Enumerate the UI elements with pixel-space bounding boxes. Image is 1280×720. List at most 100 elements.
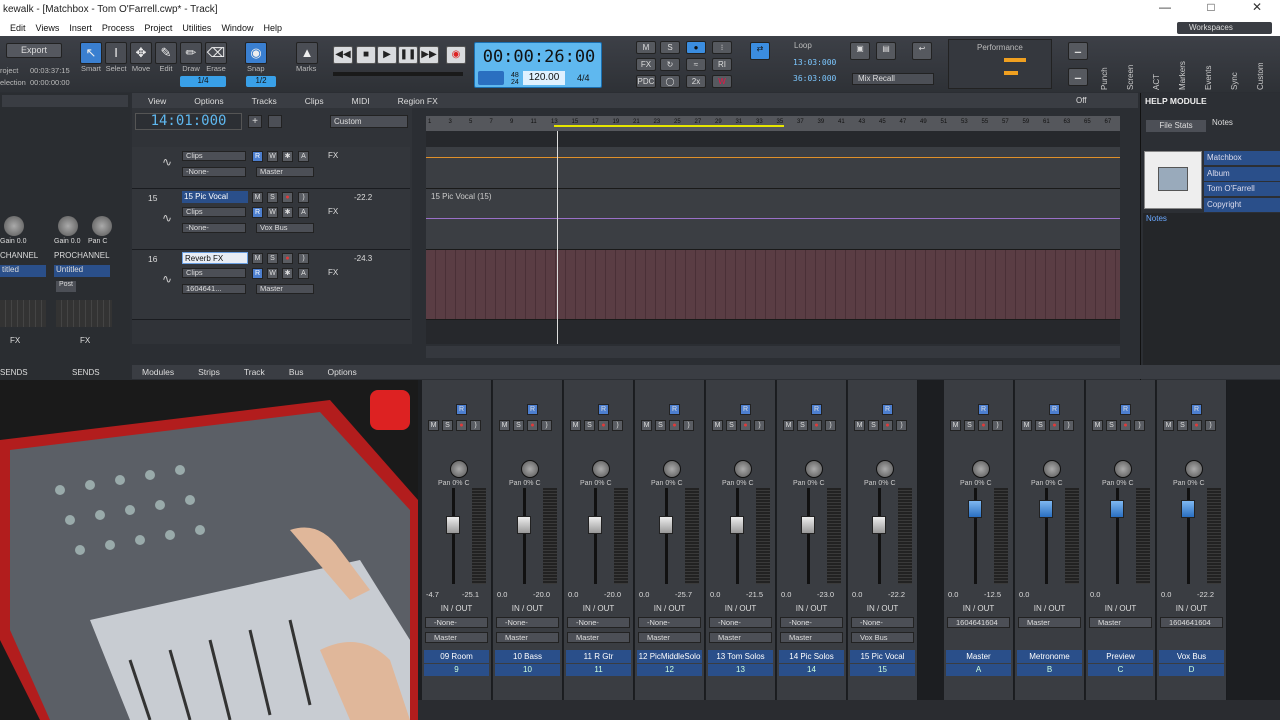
menu-insert[interactable]: Insert xyxy=(69,23,92,33)
loop-start[interactable]: 13:03:000 xyxy=(793,58,836,67)
notes-tab[interactable]: Notes xyxy=(1212,118,1233,127)
panel-icon-2[interactable]: ▁ xyxy=(1068,68,1088,86)
menu-utilities[interactable]: Utilities xyxy=(182,23,211,33)
strip-arm-button[interactable]: ● xyxy=(1120,420,1131,431)
pause-button[interactable]: ❚❚ xyxy=(398,46,418,64)
input-dropdown[interactable]: 1604641... xyxy=(182,284,246,294)
strip-read-button[interactable]: R xyxy=(669,404,680,415)
freeze-button[interactable]: ✱ xyxy=(282,268,293,279)
mute-button[interactable]: M xyxy=(252,253,263,264)
tab-markers[interactable]: Markers xyxy=(1178,38,1198,90)
fader-cap[interactable] xyxy=(588,516,602,534)
eq-display-2[interactable] xyxy=(56,300,112,327)
output-dropdown[interactable]: Vox Bus xyxy=(256,223,314,233)
loop-toggle-icon[interactable]: ⇄ xyxy=(750,42,770,60)
strip-arm-button[interactable]: ● xyxy=(1049,420,1060,431)
strip-arm-button[interactable]: ● xyxy=(527,420,538,431)
fader-cap[interactable] xyxy=(517,516,531,534)
smart-tool-button[interactable]: ↖ xyxy=(80,42,102,64)
dim-button[interactable]: ◯ xyxy=(660,75,680,88)
track-header[interactable]: 15 15 Pic Vocal M S ● ) -22.2 Clips R W ✱ A… xyxy=(132,189,410,250)
strip-solo-button[interactable]: S xyxy=(584,420,595,431)
write-button[interactable]: W xyxy=(267,268,278,279)
track-options-icon[interactable] xyxy=(268,115,282,128)
menu-views[interactable]: Views xyxy=(36,23,60,33)
mute-all-button[interactable]: M xyxy=(636,41,656,54)
echo-button[interactable]: ) xyxy=(298,192,309,203)
strip-echo-button[interactable]: ) xyxy=(470,420,481,431)
tab-screen[interactable]: Screen xyxy=(1126,38,1146,90)
fader-cap[interactable] xyxy=(446,516,460,534)
help-field[interactable]: Tom O'Farrell xyxy=(1204,182,1280,196)
tab-punch[interactable]: Punch xyxy=(1100,38,1120,90)
track-now-time[interactable]: 14:01:000 xyxy=(135,113,242,130)
gain-knob-2[interactable] xyxy=(58,216,78,236)
strip-read-button[interactable]: R xyxy=(456,404,467,415)
mix-recall-dropdown[interactable]: Mix Recall xyxy=(852,73,934,85)
strip-echo-button[interactable]: ) xyxy=(612,420,623,431)
workspaces-dropdown[interactable]: Workspaces xyxy=(1177,22,1272,34)
write-button[interactable]: W xyxy=(267,151,278,162)
fx-bin-label[interactable]: FX xyxy=(328,151,338,160)
strip-name[interactable]: 11 R Gtr xyxy=(566,650,631,663)
strip-solo-button[interactable]: S xyxy=(868,420,879,431)
pan-knob[interactable] xyxy=(1185,460,1203,478)
arm-button[interactable]: ● xyxy=(282,253,293,264)
strip-name[interactable]: 10 Bass xyxy=(495,650,560,663)
strip-echo-button[interactable]: ) xyxy=(896,420,907,431)
loop-region[interactable] xyxy=(554,117,784,127)
read-button[interactable]: R xyxy=(252,151,263,162)
tab-sync[interactable]: Sync xyxy=(1230,38,1250,90)
erase-tool-button[interactable]: ⌫ xyxy=(205,42,227,64)
strip-name[interactable]: Vox Bus xyxy=(1159,650,1224,663)
album-art-image[interactable] xyxy=(1144,151,1202,209)
trackview-menu-region-fx[interactable]: Region FX xyxy=(398,96,438,106)
marks-button[interactable]: ▲ xyxy=(296,42,318,64)
horizontal-scrollbar[interactable] xyxy=(426,346,1120,358)
trackview-menu-view[interactable]: View xyxy=(148,96,166,106)
ri-button[interactable]: RI xyxy=(712,58,732,71)
strip-name[interactable]: 14 Pic Solos xyxy=(779,650,844,663)
help-field[interactable]: Matchbox xyxy=(1204,151,1280,165)
preset-1[interactable]: titled xyxy=(0,265,46,277)
tab-custom[interactable]: Custom xyxy=(1256,38,1276,90)
strip-arm-button[interactable]: ● xyxy=(740,420,751,431)
arm-button[interactable]: ● xyxy=(282,192,293,203)
output-dropdown[interactable]: Master xyxy=(256,167,314,177)
strip-mute-button[interactable]: M xyxy=(1092,420,1103,431)
meter[interactable]: 4/4 xyxy=(577,73,590,83)
preset-2[interactable]: Untitled xyxy=(54,265,110,277)
rewind-button[interactable]: ◀◀ xyxy=(333,46,353,64)
fast-forward-button[interactable]: ▶▶ xyxy=(419,46,439,64)
strip-arm-button[interactable]: ● xyxy=(811,420,822,431)
automation-button[interactable]: A xyxy=(298,268,309,279)
camera-icon[interactable]: ▣ xyxy=(850,42,870,60)
strip-arm-button[interactable]: ● xyxy=(456,420,467,431)
strip-echo-button[interactable]: ) xyxy=(825,420,836,431)
clips-dropdown[interactable]: Clips xyxy=(182,207,246,217)
strip-echo-button[interactable]: ) xyxy=(754,420,765,431)
strip-name[interactable]: 12 PicMiddleSolo xyxy=(637,650,702,663)
console-menu-bus[interactable]: Bus xyxy=(289,367,304,377)
menu-help[interactable]: Help xyxy=(263,23,282,33)
output-dropdown[interactable]: Master xyxy=(256,284,314,294)
mute-button[interactable]: M xyxy=(252,192,263,203)
pan-knob[interactable] xyxy=(663,460,681,478)
add-track-button[interactable]: + xyxy=(248,115,262,128)
pan-knob[interactable] xyxy=(592,460,610,478)
tab-act[interactable]: ACT xyxy=(1152,38,1172,90)
track-name[interactable]: 15 Pic Vocal xyxy=(182,191,248,203)
strip-read-button[interactable]: R xyxy=(978,404,989,415)
menu-window[interactable]: Window xyxy=(221,23,253,33)
strip-echo-button[interactable]: ) xyxy=(992,420,1003,431)
strip-solo-button[interactable]: S xyxy=(726,420,737,431)
input-dropdown[interactable]: -None- xyxy=(182,223,246,233)
strip-name[interactable]: 09 Room xyxy=(424,650,489,663)
fader-cap[interactable] xyxy=(1110,500,1124,518)
strip-echo-button[interactable]: ) xyxy=(1205,420,1216,431)
strip-read-button[interactable]: R xyxy=(527,404,538,415)
strip-arm-button[interactable]: ● xyxy=(669,420,680,431)
solo-button[interactable]: S xyxy=(267,192,278,203)
strip-input-dropdown[interactable]: -None- xyxy=(496,617,559,628)
read-button[interactable]: R xyxy=(252,268,263,279)
